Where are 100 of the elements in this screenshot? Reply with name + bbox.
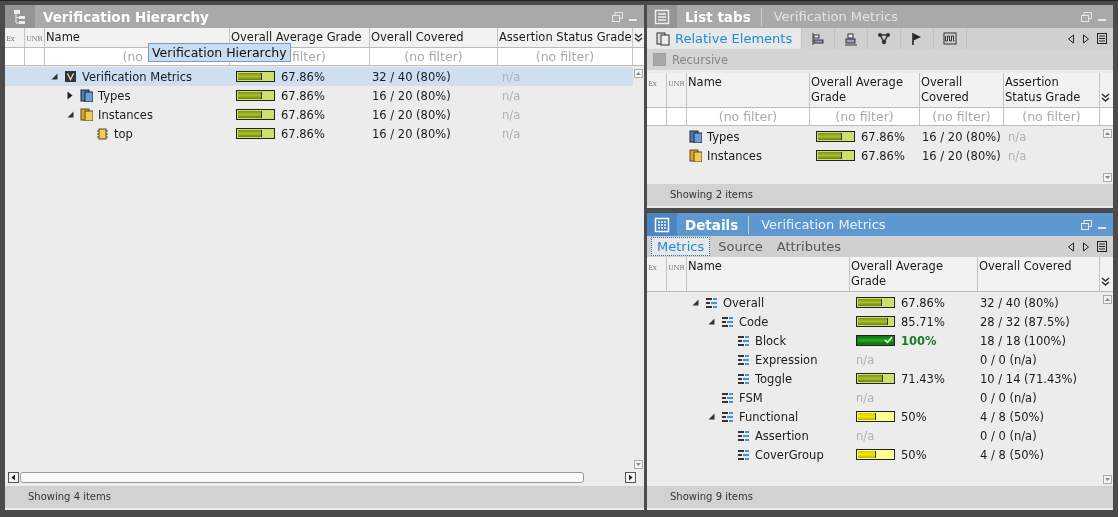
collapse-triangle-icon[interactable] (708, 318, 715, 325)
column-header[interactable]: Overall Average Grade (850, 257, 978, 291)
tree-row[interactable]: Expression n/a 0 / 0 (n/a) (647, 350, 1102, 369)
vertical-scrollbar[interactable] (1103, 129, 1112, 182)
previous-icon[interactable] (1067, 241, 1075, 252)
node-name: Toggle (755, 371, 792, 386)
status-bar: Showing 4 items (5, 486, 644, 508)
previous-icon[interactable] (1067, 33, 1075, 44)
tab[interactable]: Source (712, 237, 769, 256)
covered-value: 0 / 0 (n/a) (980, 352, 1037, 367)
scroll-down-icon[interactable] (634, 460, 643, 469)
node-name: Assertion (755, 428, 809, 443)
stacked-blocks-icon (80, 89, 93, 102)
metric-grid-icon (737, 429, 750, 442)
tree-row[interactable]: Assertion n/a 0 / 0 (n/a) (647, 426, 1102, 445)
covered-value: 16 / 20 (80%) (372, 126, 451, 141)
tree-row[interactable]: Types 67.86% 16 / 20 (80%) n/a (5, 86, 633, 105)
node-name: Instances (707, 148, 762, 163)
stacked-blocks-icon (689, 149, 702, 162)
tree-row[interactable]: Types 67.86% 16 / 20 (80%) n/a (647, 127, 1102, 146)
metric-grid-icon (721, 315, 734, 328)
scroll-up-icon[interactable] (634, 69, 643, 78)
bar-stack-icon (844, 31, 859, 46)
column-header[interactable]: Name (687, 257, 850, 291)
stacked-blocks-icon (689, 130, 702, 143)
tree-row[interactable]: Functional 50% 4 / 8 (50%) (647, 407, 1102, 426)
grade-value: n/a (856, 352, 875, 367)
node-name: Block (755, 333, 787, 348)
grid-icon (654, 216, 670, 233)
collapse-triangle-icon[interactable] (708, 413, 715, 420)
checkbox-label: Recursive (672, 52, 728, 67)
tree-row[interactable]: Verification Metrics 67.86% 32 / 40 (80%) n/a (5, 67, 633, 86)
scroll-up-icon[interactable] (1103, 129, 1112, 138)
tree-row[interactable]: top 67.86% 16 / 20 (80%) n/a (5, 124, 633, 143)
tab[interactable]: Attributes (770, 237, 848, 256)
grade-value: 67.86% (281, 88, 325, 103)
collapse-triangle-icon[interactable] (67, 111, 74, 118)
covered-value: 16 / 20 (80%) (922, 148, 1001, 163)
grade-value: 50% (901, 409, 927, 424)
check-icon (884, 336, 893, 344)
tree-row[interactable]: FSM n/a 0 / 0 (n/a) (647, 388, 1102, 407)
status-bar: Showing 2 items (647, 184, 1113, 206)
node-name: Verification Metrics (82, 69, 192, 84)
scroll-thumb[interactable] (20, 472, 584, 483)
scroll-down-icon[interactable] (1103, 173, 1112, 182)
assertion-value: n/a (502, 88, 521, 103)
covered-value: 32 / 40 (80%) (372, 69, 451, 84)
vertical-scrollbar[interactable] (1103, 295, 1112, 484)
node-name: Types (707, 129, 740, 144)
grade-value: n/a (856, 390, 875, 405)
menu-icon[interactable] (1097, 33, 1107, 44)
grade-value: 67.86% (901, 295, 945, 310)
column-header[interactable]: Overall Covered (978, 257, 1100, 291)
grade-value: 67.86% (281, 107, 325, 122)
column-header[interactable]: Assertion Status Grade (498, 28, 633, 47)
scroll-up-icon[interactable] (1103, 295, 1112, 304)
next-icon[interactable] (1082, 33, 1090, 44)
waveform-icon (943, 31, 958, 46)
grade-value: 67.86% (861, 129, 905, 144)
metric-grid-icon (721, 410, 734, 423)
panel-title: Details (685, 216, 739, 233)
column-header[interactable]: Name (687, 73, 810, 107)
grade-value: 85.71% (901, 314, 945, 329)
collapse-triangle-icon[interactable] (692, 299, 699, 306)
bar-align-icon (811, 31, 826, 46)
menu-icon[interactable] (1097, 241, 1107, 252)
tree-row[interactable]: Instances 67.86% 16 / 20 (80%) n/a (647, 146, 1102, 165)
assertion-value: n/a (1008, 129, 1027, 144)
tree-row[interactable]: Block 100% 18 / 18 (100%) (647, 331, 1102, 350)
panel-title: List tabs (685, 8, 751, 25)
stacked-blocks-icon (80, 108, 93, 121)
column-header[interactable]: Overall Average Grade (810, 73, 920, 107)
scroll-down-icon[interactable] (1103, 475, 1112, 484)
covered-value: 4 / 8 (50%) (980, 447, 1044, 462)
assertion-value: n/a (502, 107, 521, 122)
vertical-scrollbar[interactable] (634, 69, 643, 469)
column-header[interactable]: Assertion Status Grade (1004, 73, 1100, 107)
metric-grid-icon (737, 372, 750, 385)
node-name: Expression (755, 352, 818, 367)
grade-value: 71.43% (901, 371, 945, 386)
chevron-down-icon[interactable] (634, 33, 643, 43)
chevron-down-icon[interactable] (1101, 277, 1110, 287)
tree-row[interactable]: CoverGroup 50% 4 / 8 (50%) (647, 445, 1102, 464)
scroll-right-icon[interactable] (625, 472, 636, 483)
next-icon[interactable] (1082, 241, 1090, 252)
tree-row[interactable]: Overall 67.86% 32 / 40 (80%) (647, 293, 1102, 312)
column-header[interactable]: Overall Covered (920, 73, 1004, 107)
grade-value: 100% (901, 333, 937, 348)
node-graph-icon (877, 31, 892, 46)
scroll-left-icon[interactable] (8, 472, 19, 483)
expand-triangle-icon[interactable] (67, 91, 73, 100)
covered-value: 16 / 20 (80%) (372, 88, 451, 103)
node-name: CoverGroup (755, 447, 824, 462)
collapse-triangle-icon[interactable] (51, 73, 58, 80)
chevron-down-icon[interactable] (1101, 93, 1110, 103)
tree-row[interactable]: Instances 67.86% 16 / 20 (80%) n/a (5, 105, 633, 124)
tree-row[interactable]: Code 85.71% 28 / 32 (87.5%) (647, 312, 1102, 331)
node-name: top (114, 126, 133, 141)
column-header[interactable]: Overall Covered (370, 28, 498, 47)
tree-row[interactable]: Toggle 71.43% 10 / 14 (71.43%) (647, 369, 1102, 388)
